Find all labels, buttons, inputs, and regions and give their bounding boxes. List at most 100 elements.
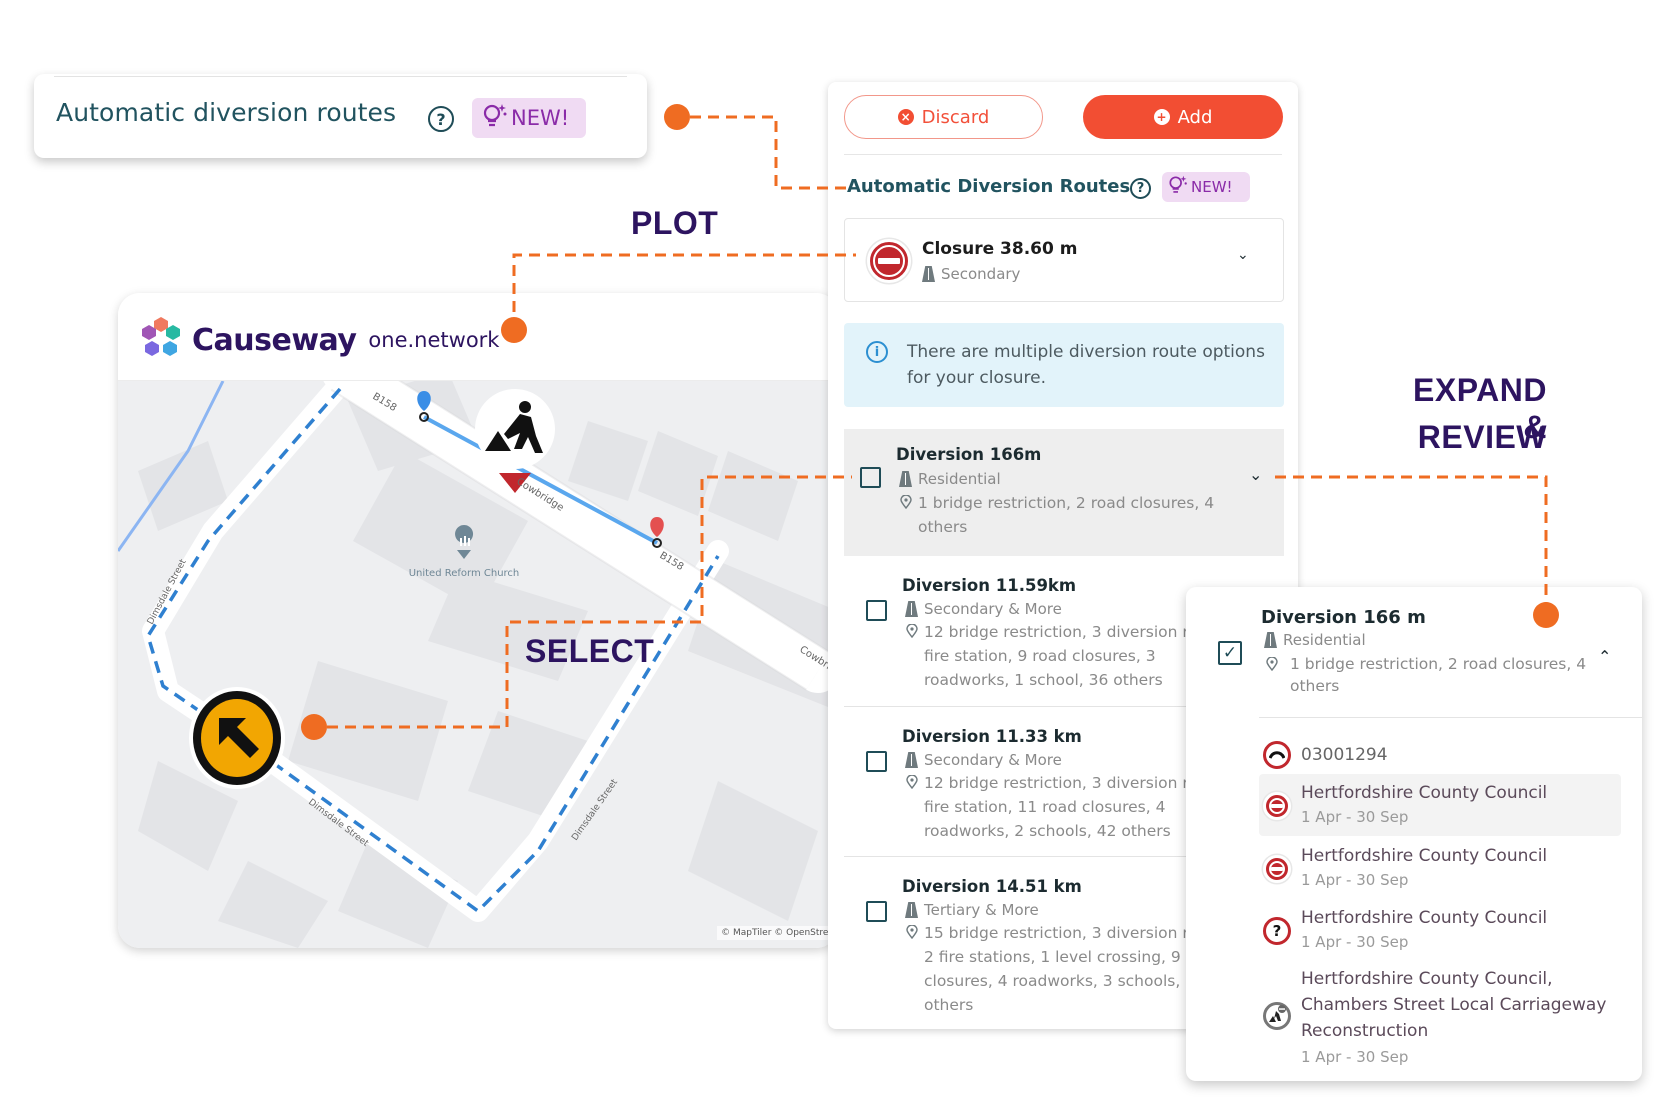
discard-button[interactable]: × Discard: [844, 95, 1043, 139]
route-road-type: Residential: [899, 470, 1001, 488]
impact-item[interactable]: Hertfordshire County Council 1 Apr - 30 …: [1259, 774, 1621, 836]
add-label: Add: [1177, 106, 1213, 128]
impact-item[interactable]: 03001294: [1259, 735, 1621, 775]
new-badge: NEW!: [1162, 172, 1250, 202]
road-type-label: Residential: [918, 470, 1001, 488]
impact-item[interactable]: Hertfordshire County Council, Chambers S…: [1259, 962, 1621, 1074]
bridge-restriction-icon: [1263, 741, 1291, 769]
route-description: 15 bridge restriction, 3 diversion rou 2…: [924, 924, 1210, 1014]
closure-title: Closure 38.60 m: [922, 239, 1078, 259]
causeway-logo-icon: [138, 315, 184, 365]
impact-item[interactable]: ? Hertfordshire County Council 1 Apr - 3…: [1259, 899, 1621, 961]
road-type-label: Residential: [1283, 631, 1366, 649]
chevron-up-icon[interactable]: ⌃: [1598, 647, 1611, 666]
route-title: Diversion 166m: [896, 445, 1042, 464]
route-checkbox[interactable]: [866, 901, 887, 922]
location-pin-icon: [900, 495, 912, 509]
route-checkbox[interactable]: [860, 467, 881, 488]
map-canvas[interactable]: B158 B158 Cowbridge Cowbri Dimsdale Stre…: [118, 293, 838, 948]
route-description: 12 bridge restriction, 3 diversion rou f…: [924, 623, 1208, 689]
route-checkbox-checked[interactable]: ✓: [1218, 641, 1242, 665]
review-description: 1 bridge restriction, 2 road closures, 4…: [1290, 655, 1587, 695]
diversion-arrow-sign-icon[interactable]: [189, 687, 285, 789]
question-circle-icon[interactable]: ?: [428, 106, 454, 132]
divider: [1259, 717, 1642, 718]
new-badge-label: NEW!: [511, 106, 570, 130]
road-icon: [922, 266, 935, 282]
route-road-type: Secondary & More: [905, 600, 1062, 618]
impact-date: 1 Apr - 30 Sep: [1301, 1048, 1409, 1066]
section-title: Automatic Diversion Routes: [847, 176, 1131, 197]
road-type-label: Secondary & More: [924, 751, 1062, 769]
chevron-down-icon[interactable]: ⌄: [1249, 465, 1262, 484]
road-icon: [905, 902, 918, 918]
no-entry-icon: [1263, 792, 1291, 820]
closure-road-type: Secondary: [922, 265, 1020, 283]
impact-date: 1 Apr - 30 Sep: [1301, 933, 1409, 951]
road-type-label: Secondary & More: [924, 600, 1062, 618]
brand-name: Causeway: [192, 322, 357, 358]
poi-label: United Reform Church: [409, 568, 520, 579]
impact-date: 1 Apr - 30 Sep: [1301, 808, 1409, 826]
impact-name: Hertfordshire County Council: [1301, 783, 1548, 803]
lightbulb-sparkle-icon: [1168, 174, 1188, 200]
new-badge-label: NEW!: [1191, 178, 1233, 196]
connector-dot: [664, 104, 690, 130]
roadworks-icon: [1263, 1002, 1291, 1030]
review-road-type: Residential: [1264, 631, 1366, 649]
new-badge: NEW!: [472, 98, 586, 138]
route-road-type: Tertiary & More: [905, 901, 1039, 919]
route-checkbox[interactable]: [866, 751, 887, 772]
route-description: 12 bridge restriction, 3 diversion rou f…: [924, 774, 1208, 840]
impact-name: Hertfordshire County Council: [1301, 846, 1548, 866]
road-type-label: Secondary: [941, 265, 1021, 283]
lightbulb-sparkle-icon: [482, 102, 508, 135]
route-title: Diversion 11.59km: [902, 576, 1077, 595]
route-description: 1 bridge restriction, 2 road closures, 4…: [918, 494, 1215, 536]
info-text: There are multiple diversion route optio…: [907, 342, 1265, 388]
map-attribution[interactable]: © MapTiler © OpenStree: [717, 926, 838, 940]
impact-name: Hertfordshire County Council, Chambers S…: [1301, 969, 1607, 1041]
map-view[interactable]: B158 B158 Cowbridge Cowbri Dimsdale Stre…: [118, 293, 838, 948]
impact-item[interactable]: Hertfordshire County Council 1 Apr - 30 …: [1259, 837, 1621, 899]
route-checkbox[interactable]: [866, 600, 887, 621]
route-road-type: Secondary & More: [905, 751, 1062, 769]
map-card: Causeway one.network B158 B158 Cowbridge…: [118, 293, 838, 948]
discard-label: Discard: [921, 106, 990, 128]
plus-circle-icon: +: [1153, 109, 1170, 125]
route-option[interactable]: Diversion 166m Residential 1 bridge rest…: [844, 429, 1284, 556]
road-type-label: Tertiary & More: [924, 901, 1039, 919]
unknown-restriction-icon: ?: [1263, 917, 1291, 945]
map-header: Causeway one.network: [118, 293, 838, 381]
road-icon: [899, 471, 912, 487]
location-pin-icon: [906, 925, 918, 939]
info-alert: i There are multiple diversion route opt…: [844, 323, 1284, 407]
question-circle-icon[interactable]: ?: [1130, 178, 1151, 199]
no-entry-icon: [1263, 855, 1291, 883]
location-pin-icon: [906, 624, 918, 638]
divider: [54, 76, 627, 77]
road-icon: [905, 601, 918, 617]
connector-title: [690, 115, 846, 190]
impact-date: 1 Apr - 30 Sep: [1301, 871, 1409, 889]
route-title: Diversion 11.33 km: [902, 727, 1082, 746]
info-icon: i: [866, 341, 888, 363]
brand-logo: Causeway one.network: [138, 315, 499, 365]
annotation-select: SELECT: [525, 633, 655, 669]
road-icon: [1264, 632, 1277, 648]
road-icon: [905, 752, 918, 768]
chevron-down-icon[interactable]: ⌄: [1237, 247, 1249, 263]
close-circle-icon: ×: [897, 109, 914, 125]
route-review-card: ✓ Diversion 166 m Residential 1 bridge r…: [1186, 587, 1642, 1081]
annotation-plot: PLOT: [631, 205, 719, 241]
location-pin-icon: [1266, 657, 1278, 671]
feature-callout-card: Automatic diversion routes ? NEW!: [34, 74, 647, 158]
annotation-review: REVIEW: [1417, 419, 1547, 455]
review-title: Diversion 166 m: [1261, 607, 1426, 628]
route-title: Diversion 14.51 km: [902, 877, 1082, 896]
brand-subtitle: one.network: [368, 328, 500, 352]
add-button[interactable]: + Add: [1083, 95, 1283, 139]
impact-name: 03001294: [1301, 745, 1388, 765]
divider: [844, 154, 1282, 155]
closure-dropdown[interactable]: Closure 38.60 m Secondary ⌄: [844, 218, 1284, 302]
